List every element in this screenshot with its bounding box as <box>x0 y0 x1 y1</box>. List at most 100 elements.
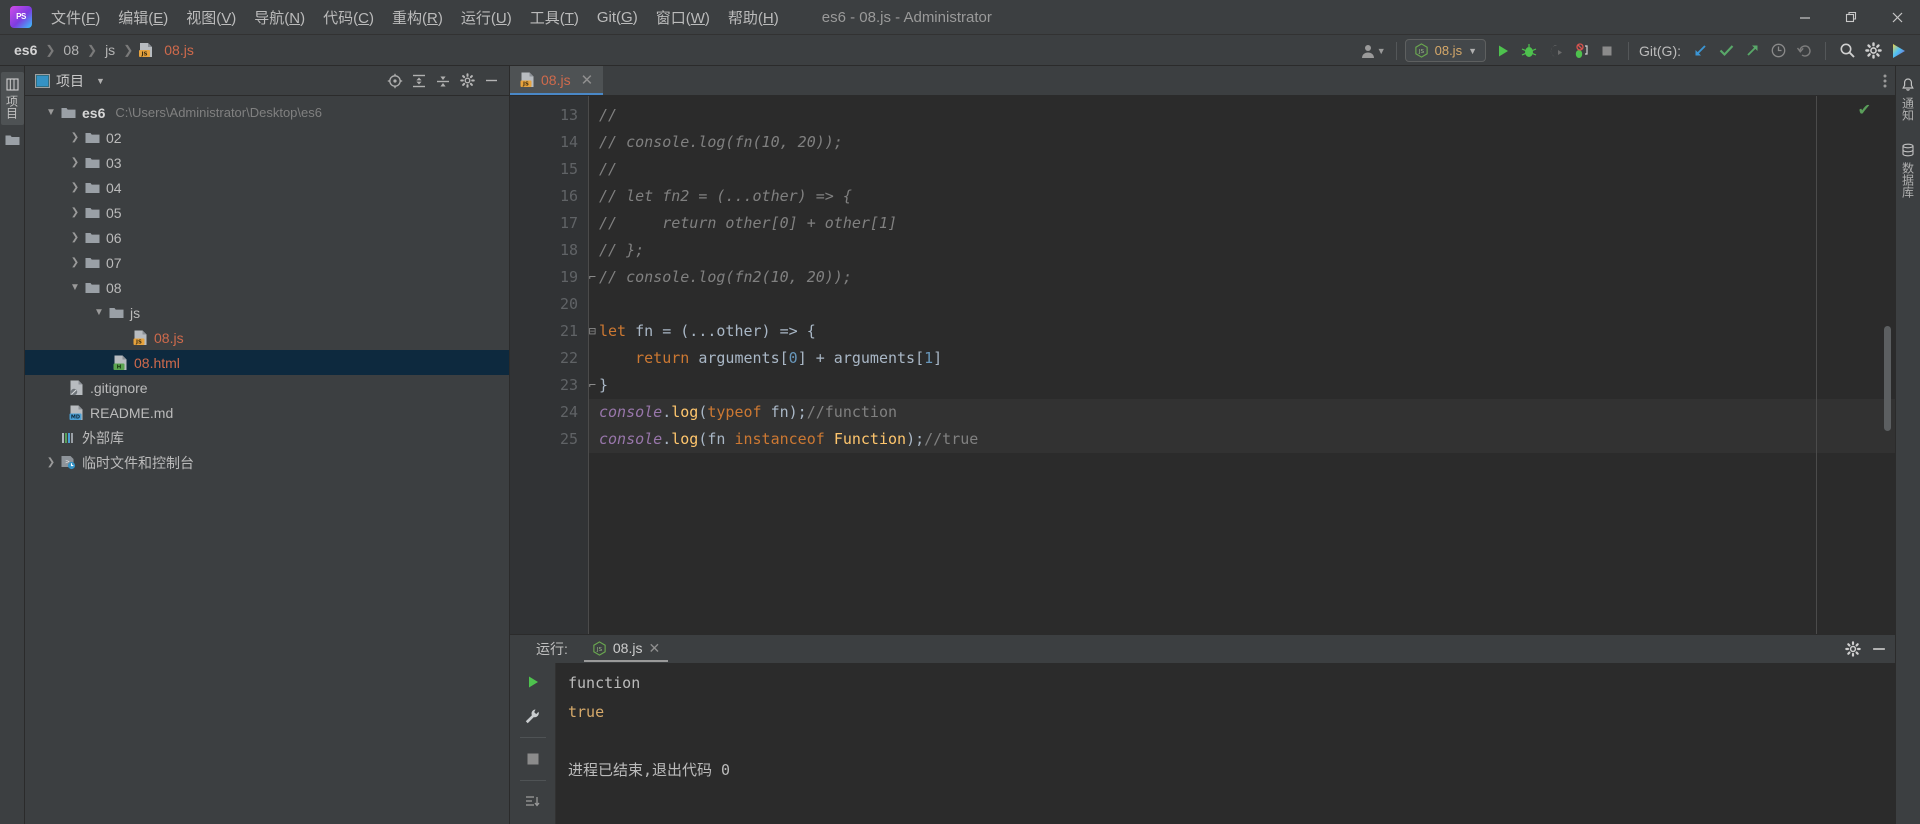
tool-window-tab-project[interactable]: 项目 <box>0 72 24 125</box>
close-icon[interactable]: ✕ <box>648 640 660 657</box>
git-history-button[interactable] <box>1765 39 1791 63</box>
chevron-right-icon[interactable]: ❯ <box>67 182 83 193</box>
folder-icon[interactable] <box>5 133 20 146</box>
editor-vertical-scrollbar[interactable] <box>1884 326 1891 431</box>
tree-row-js[interactable]: ▼ js <box>25 300 509 325</box>
menu-item-navigate[interactable]: 导航(N) <box>245 2 314 33</box>
close-icon[interactable]: ✕ <box>581 71 594 89</box>
chevron-right-icon[interactable]: ❯ <box>43 457 59 468</box>
chevron-right-icon[interactable]: ❯ <box>67 232 83 243</box>
stop-button[interactable] <box>1594 39 1620 63</box>
database-icon <box>1901 143 1915 157</box>
tree-row-06[interactable]: ❯ 06 <box>25 225 509 250</box>
toolbar-divider <box>519 780 546 781</box>
tree-row-gitignore[interactable]: .gitignore <box>25 375 509 400</box>
chevron-right-icon[interactable]: ❯ <box>67 157 83 168</box>
debug-button[interactable] <box>1516 39 1542 63</box>
avatar-chevron-down-icon[interactable]: ▼ <box>1377 46 1386 56</box>
menu-item-view[interactable]: 视图(V) <box>177 2 245 33</box>
project-settings-gear-icon[interactable] <box>455 70 479 92</box>
editor-gutter[interactable]: 13 14 15 16 17 18 19 ⌐ 20 21 ⊟ 22 23 ⌐ 2… <box>510 96 596 634</box>
tree-row-07[interactable]: ❯ 07 <box>25 250 509 275</box>
chevron-right-icon[interactable]: ❯ <box>67 207 83 218</box>
tree-row-external-libraries[interactable]: 外部库 <box>25 425 509 450</box>
menu-item-file[interactable]: 文件(F) <box>42 2 109 33</box>
run-with-coverage-button[interactable] <box>1542 39 1568 63</box>
tree-row-04[interactable]: ❯ 04 <box>25 175 509 200</box>
hide-panel-button[interactable] <box>479 70 503 92</box>
tree-path: C:\Users\Administrator\Desktop\es6 <box>115 105 322 120</box>
tree-row-es6[interactable]: ▼ es6 C:\Users\Administrator\Desktop\es6 <box>25 100 509 125</box>
tree-row-02[interactable]: ❯ 02 <box>25 125 509 150</box>
scroll-from-source-button[interactable] <box>383 70 407 92</box>
run-configuration-selector[interactable]: JS 08.js ▼ <box>1404 39 1486 62</box>
chevron-right-icon[interactable]: ❯ <box>67 257 83 268</box>
menu-item-git[interactable]: Git(G) <box>588 4 647 31</box>
stop-process-button[interactable] <box>519 746 547 772</box>
minimize-button[interactable] <box>1782 0 1828 35</box>
maximize-button[interactable] <box>1828 0 1874 35</box>
git-update-project-button[interactable] <box>1687 39 1713 63</box>
collapse-all-button[interactable] <box>407 70 431 92</box>
scroll-to-end-button[interactable] <box>519 789 547 815</box>
settings-gear-icon[interactable] <box>1860 39 1886 63</box>
search-everywhere-colorful-icon[interactable] <box>1886 39 1912 63</box>
git-commit-button[interactable] <box>1713 39 1739 63</box>
tree-row-readme[interactable]: MD README.md <box>25 400 509 425</box>
project-view-chevron-down-icon[interactable]: ▼ <box>96 76 105 86</box>
chevron-down-icon[interactable]: ▼ <box>67 282 83 293</box>
folder-icon <box>83 256 101 269</box>
tree-row-08[interactable]: ▼ 08 <box>25 275 509 300</box>
line-number: 20 <box>559 295 578 313</box>
menu-item-run[interactable]: 运行(U) <box>452 2 521 33</box>
breadcrumb-item-es6[interactable]: es6 <box>10 40 41 60</box>
main-toolbar: ▼ JS 08.js ▼ Git(G): <box>1355 35 1912 66</box>
breadcrumb-item-js[interactable]: js <box>101 40 119 60</box>
main-content: 项目 项目 ▼ ▼ es6 C:\Users\Administrator\Des… <box>0 66 1920 824</box>
code-text-area[interactable]: // // console.log(fn(10, 20)); // // let… <box>588 96 1895 634</box>
line-number: 25 <box>559 430 578 448</box>
chevron-down-icon[interactable]: ▼ <box>91 307 107 318</box>
chevron-right-icon[interactable]: ❯ <box>67 132 83 143</box>
menu-item-refactor[interactable]: 重构(R) <box>383 2 452 33</box>
chevron-down-icon[interactable]: ▼ <box>43 107 59 118</box>
menu-item-help[interactable]: 帮助(H) <box>719 2 788 33</box>
git-rollback-button[interactable] <box>1791 39 1817 63</box>
console-output[interactable]: function true 进程已结束,退出代码 0 <box>555 663 1895 824</box>
run-tab-08js[interactable]: JS 08.js ✕ <box>583 636 669 662</box>
rerun-button[interactable] <box>519 669 547 695</box>
tool-window-tab-database[interactable]: 数据库 <box>1898 139 1919 202</box>
edit-configuration-wrench-icon[interactable] <box>519 703 547 729</box>
tree-row-scratches[interactable]: ❯ >_ 临时文件和控制台 <box>25 450 509 475</box>
close-button[interactable] <box>1874 0 1920 35</box>
breadcrumb-item-08[interactable]: 08 <box>59 40 83 60</box>
menu-item-tools[interactable]: 工具(T) <box>521 2 588 33</box>
run-panel-settings-gear-icon[interactable] <box>1845 641 1861 657</box>
chevron-down-icon[interactable]: ▼ <box>1468 46 1477 56</box>
tree-row-08-js[interactable]: JS 08.js <box>25 325 509 350</box>
js-file-icon: JS <box>131 330 149 346</box>
run-panel-header-buttons <box>1845 635 1887 663</box>
menu-item-edit[interactable]: 编辑(E) <box>109 2 177 33</box>
menu-item-window[interactable]: 窗口(W) <box>647 2 719 33</box>
breadcrumb-item-file[interactable]: 08.js <box>160 40 198 60</box>
tool-window-tab-notifications[interactable]: 通知 <box>1898 74 1919 125</box>
menu-item-code[interactable]: 代码(C) <box>314 2 383 33</box>
run-button[interactable] <box>1490 39 1516 63</box>
search-everywhere-icon[interactable] <box>1834 39 1860 63</box>
expand-all-button[interactable] <box>431 70 455 92</box>
run-panel-hide-button[interactable] <box>1871 641 1887 657</box>
git-push-button[interactable] <box>1739 39 1765 63</box>
inspection-status-icon[interactable]: ✔ <box>1858 100 1871 120</box>
folder-icon <box>59 106 77 119</box>
run-panel-body: function true 进程已结束,退出代码 0 <box>510 663 1895 824</box>
editor-area: JS 08.js ✕ 13 14 15 16 17 18 19 ⌐ 20 21 … <box>510 66 1895 824</box>
tree-row-03[interactable]: ❯ 03 <box>25 150 509 175</box>
editor-tab-08js[interactable]: JS 08.js ✕ <box>510 66 604 95</box>
code-editor[interactable]: 13 14 15 16 17 18 19 ⌐ 20 21 ⊟ 22 23 ⌐ 2… <box>510 96 1895 634</box>
tree-row-08-html[interactable]: H 08.html <box>25 350 509 375</box>
profile-button[interactable] <box>1568 39 1594 63</box>
bell-icon <box>1901 78 1915 92</box>
tree-row-05[interactable]: ❯ 05 <box>25 200 509 225</box>
editor-options-kebab-icon[interactable] <box>1883 66 1887 96</box>
